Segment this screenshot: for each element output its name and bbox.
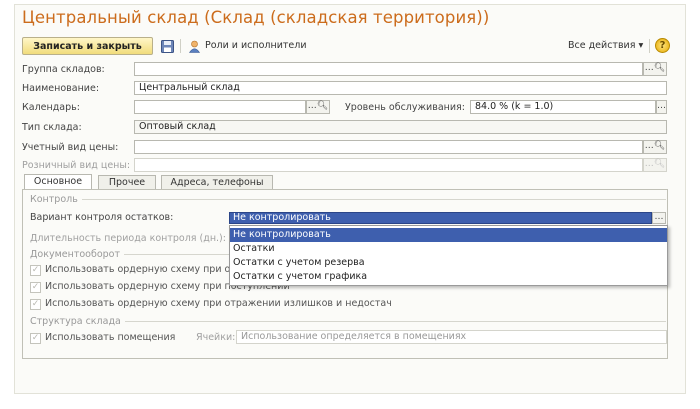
warehouse-group-select-button[interactable]: …🔍︎ — [643, 62, 667, 76]
window-title: Центральный склад (Склад (складская терр… — [22, 8, 490, 27]
use-rooms-checkbox[interactable]: ✓ — [30, 333, 41, 344]
accounting-price-field[interactable] — [134, 140, 643, 154]
all-actions-menu[interactable]: Все действия ▾ — [568, 40, 643, 51]
retail-price-label: Розничный вид цены: — [22, 160, 131, 171]
dropdown-option-stock[interactable]: Остатки — [230, 242, 667, 256]
warehouse-type-label: Тип склада: — [22, 122, 82, 133]
cells-field: Использование определяется в помещениях — [236, 330, 667, 344]
order-scheme-shipment-checkbox[interactable]: ✓ — [30, 265, 41, 276]
search-icon: 🔍︎ — [653, 159, 666, 169]
calendar-label: Календарь: — [22, 102, 80, 113]
search-icon: 🔍︎ — [653, 63, 666, 73]
toolbar-divider — [649, 39, 650, 53]
dropdown-option-no-control[interactable]: Не контролировать — [230, 228, 667, 242]
structure-group-title: Структура склада — [30, 316, 121, 327]
save-and-close-button[interactable]: Записать и закрыть — [22, 37, 153, 55]
service-level-select-button[interactable]: … — [656, 100, 667, 114]
order-scheme-shipment-label: Использовать ордерную схему при о — [45, 264, 231, 275]
name-field[interactable]: Центральный склад — [134, 81, 667, 95]
order-scheme-surplus-checkbox[interactable]: ✓ — [30, 299, 41, 310]
accounting-price-label: Учетный вид цены: — [22, 142, 119, 153]
stock-control-select[interactable]: Не контролировать — [229, 212, 652, 224]
roles-and-executors-button[interactable]: Роли и исполнители — [205, 40, 307, 51]
search-icon: 🔍︎ — [653, 141, 666, 151]
accounting-price-select-button[interactable]: …🔍︎ — [643, 140, 667, 154]
cells-label: Ячейки: — [196, 332, 236, 343]
tab-addresses-phones[interactable]: Адреса, телефоны — [161, 175, 273, 190]
tab-main[interactable]: Основное — [24, 174, 92, 190]
service-level-field[interactable]: 84.0 % (k = 1.0) — [470, 100, 656, 114]
docflow-group-title: Документооборот — [30, 249, 121, 260]
warehouse-group-label: Группа складов: — [22, 64, 105, 75]
structure-group-header: Структура склада — [30, 316, 666, 327]
stock-control-label: Вариант контроля остатков: — [30, 212, 174, 223]
use-rooms-label: Использовать помещения — [45, 332, 176, 343]
name-label: Наименование: — [22, 83, 100, 94]
control-group-header: Контроль — [30, 194, 666, 205]
toolbar-divider — [180, 39, 181, 53]
stock-control-dropdown-list: Не контролировать Остатки Остатки с учет… — [229, 225, 668, 286]
dropdown-option-stock-with-reserve[interactable]: Остатки с учетом резерва — [230, 256, 667, 270]
user-icon — [187, 38, 201, 54]
warehouse-group-field[interactable] — [134, 62, 643, 76]
search-icon: 🔍︎ — [316, 101, 329, 111]
control-period-label: Длительность периода контроля (дн.): — [30, 233, 226, 244]
retail-price-select-button: …🔍︎ — [643, 158, 667, 172]
service-level-label: Уровень обслуживания: — [345, 102, 465, 113]
retail-price-field — [134, 158, 643, 172]
warehouse-type-field[interactable]: Оптовый склад — [134, 120, 667, 134]
order-scheme-receipt-checkbox[interactable]: ✓ — [30, 282, 41, 293]
calendar-select-button[interactable]: …🔍︎ — [306, 100, 330, 114]
stock-control-dropdown-button[interactable]: … — [652, 212, 666, 224]
floppy-disk-icon[interactable] — [159, 38, 175, 54]
dropdown-option-stock-with-schedule[interactable]: Остатки с учетом графика — [230, 270, 667, 284]
control-group-title: Контроль — [30, 194, 78, 205]
calendar-field[interactable] — [134, 100, 306, 114]
tab-other[interactable]: Прочее — [98, 175, 156, 190]
order-scheme-surplus-label: Использовать ордерную схему при отражени… — [45, 298, 392, 309]
docflow-group-header: Документооборот — [30, 249, 230, 260]
help-icon[interactable]: ? — [655, 38, 670, 53]
